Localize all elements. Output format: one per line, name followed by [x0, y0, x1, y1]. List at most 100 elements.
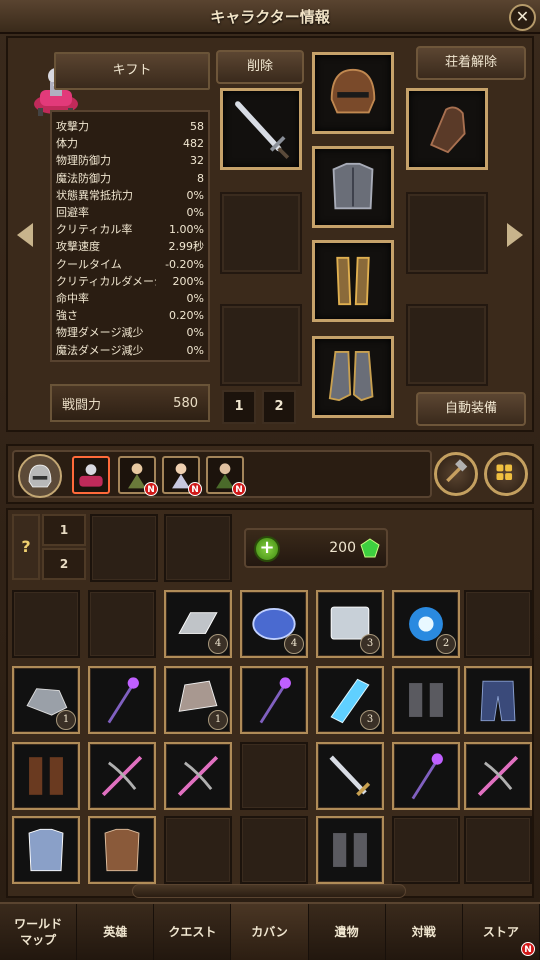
inventory-page-2[interactable]: 2	[42, 548, 86, 580]
hero-list: N N N	[12, 450, 432, 498]
equip-page-2-button[interactable]: 2	[262, 390, 296, 424]
help-button[interactable]: ?	[12, 514, 40, 580]
stat-label: 体力	[56, 137, 78, 151]
new-badge: N	[232, 482, 246, 496]
weapon-slot[interactable]	[220, 88, 302, 170]
leather-boots-icon	[29, 757, 63, 795]
inventory-cell[interactable]	[164, 514, 232, 582]
inventory-cell[interactable]	[240, 816, 308, 884]
inventory-item-crossbow[interactable]	[88, 742, 156, 810]
hero-mage[interactable]: N	[118, 456, 158, 496]
inventory-cell[interactable]	[392, 816, 460, 884]
inventory-cell[interactable]	[464, 816, 532, 884]
item-quantity: 4	[208, 634, 228, 654]
crossbow-icon	[101, 755, 143, 797]
inventory-item-blade[interactable]: 3	[316, 666, 384, 734]
stat-value: 200%	[172, 274, 204, 288]
scroll-handle[interactable]	[132, 884, 406, 898]
nav-battle[interactable]: 対戦	[386, 904, 463, 960]
inventory-cell[interactable]	[240, 742, 308, 810]
nav-store[interactable]: ストア N	[463, 904, 540, 960]
inventory-page-1[interactable]: 1	[42, 514, 86, 546]
stat-row: 魔法ダメージ減少 0%	[56, 342, 204, 359]
inventory-item-stone[interactable]: 1	[164, 666, 232, 734]
hammer-icon[interactable]	[434, 452, 478, 496]
inventory-item-gauntlet[interactable]	[392, 666, 460, 734]
glove-slot[interactable]	[406, 88, 488, 170]
inventory-item-boots[interactable]	[12, 742, 80, 810]
empty-slot-right-2[interactable]	[406, 304, 488, 386]
inventory-cell[interactable]	[12, 590, 80, 658]
stat-value: 482	[183, 137, 204, 151]
item-quantity: 4	[284, 634, 304, 654]
inventory-item-leather-armor[interactable]	[88, 816, 156, 884]
greaves-slot[interactable]	[312, 240, 394, 322]
inventory-cell[interactable]	[164, 816, 232, 884]
inventory-item-crossbow[interactable]	[164, 742, 232, 810]
auto-equip-button[interactable]: 自動装備	[416, 392, 526, 426]
staff-icon	[411, 753, 443, 800]
inventory-item-cloth[interactable]: 4	[240, 590, 308, 658]
inventory-cell[interactable]	[88, 590, 156, 658]
crossbow-icon	[177, 755, 219, 797]
stat-value: 0%	[186, 292, 204, 306]
nav-heroes[interactable]: 英雄	[77, 904, 155, 960]
hero-healer[interactable]: N	[162, 456, 202, 496]
inventory-item-scroll[interactable]: 3	[316, 590, 384, 658]
stat-row: 回避率 0%	[56, 204, 204, 221]
previous-hero-arrow-icon[interactable]	[17, 223, 33, 247]
inventory-cell[interactable]	[464, 590, 532, 658]
stat-label: 物理防御力	[56, 154, 111, 168]
inventory-item-staff[interactable]	[392, 742, 460, 810]
nav-world-map[interactable]: ワールド マップ	[0, 904, 78, 960]
stat-row: 魔法防御力 8	[56, 170, 204, 187]
new-badge: N	[188, 482, 202, 496]
empty-slot-right-1[interactable]	[406, 192, 488, 274]
inventory-item-vest[interactable]	[12, 816, 80, 884]
inventory-item-iron[interactable]: 4	[164, 590, 232, 658]
inventory-item-crossbow[interactable]	[464, 742, 532, 810]
stat-value: 0%	[186, 206, 204, 220]
inventory-item-gauntlet[interactable]	[316, 816, 384, 884]
gauntlet-icon	[409, 683, 443, 717]
inventory-item-ore[interactable]: 1	[12, 666, 80, 734]
add-gems-button[interactable]: +	[254, 536, 280, 562]
empty-slot-left-1[interactable]	[220, 192, 302, 274]
stat-row: 強さ 0.20%	[56, 307, 204, 324]
inventory-item-crystal[interactable]: 2	[392, 590, 460, 658]
stat-label: 攻撃力	[56, 120, 89, 133]
inventory-panel: ? 1 2 + 200 4 4 3 2 1 1 3	[6, 508, 534, 898]
boots-slot[interactable]	[312, 336, 394, 418]
helmet-filter-icon[interactable]	[18, 454, 62, 498]
helmet-slot[interactable]	[312, 52, 394, 134]
equip-page-1-button[interactable]: 1	[222, 390, 256, 424]
inventory-item-pants[interactable]	[464, 666, 532, 734]
leather-armor-icon	[104, 828, 140, 872]
stat-label: 状態異常抵抗力	[56, 188, 133, 202]
gift-button[interactable]: キフト	[54, 52, 210, 90]
delete-button[interactable]: 削除	[216, 50, 304, 84]
item-quantity: 2	[436, 634, 456, 654]
hero-archer[interactable]: N	[206, 456, 246, 496]
grid-menu-icon[interactable]	[484, 452, 528, 496]
greaves-icon	[336, 256, 370, 306]
inventory-item-staff[interactable]	[88, 666, 156, 734]
inventory-item-staff[interactable]	[240, 666, 308, 734]
hero-knight[interactable]	[72, 456, 110, 494]
stat-label: 強さ	[56, 309, 78, 323]
close-icon[interactable]: ✕	[509, 4, 536, 31]
bottom-nav: ワールド マップ 英雄 クエスト カバン 遺物 対戦 ストア N	[0, 902, 540, 960]
nav-relics[interactable]: 遺物	[309, 904, 386, 960]
nav-bag[interactable]: カバン	[231, 904, 309, 960]
gem-count: 200	[329, 540, 356, 556]
nav-quest[interactable]: クエスト	[154, 904, 232, 960]
staff-icon	[107, 677, 139, 724]
empty-slot-left-2[interactable]	[220, 304, 302, 386]
next-hero-arrow-icon[interactable]	[507, 223, 523, 247]
unequip-all-button[interactable]: 荘着解除	[416, 46, 526, 80]
stat-value: 0.20%	[169, 309, 204, 323]
inventory-item-sword[interactable]	[316, 742, 384, 810]
armor-slot[interactable]	[312, 146, 394, 228]
stat-label: クリティカルダメージ	[56, 274, 156, 288]
inventory-cell[interactable]	[90, 514, 158, 582]
